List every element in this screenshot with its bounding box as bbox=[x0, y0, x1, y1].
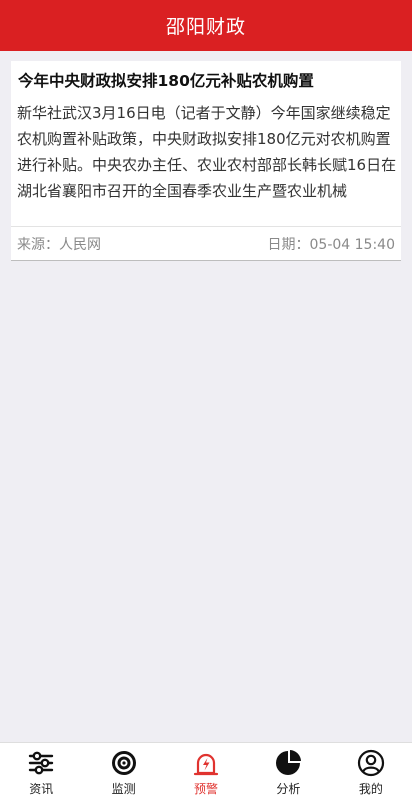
tab-analysis[interactable]: 分析 bbox=[247, 743, 329, 800]
tab-profile[interactable]: 我的 bbox=[330, 743, 412, 800]
sliders-icon bbox=[29, 751, 54, 775]
news-title: 今年中央财政拟安排180亿元补贴农机购置 bbox=[18, 72, 314, 90]
pie-chart-icon bbox=[276, 750, 302, 775]
user-icon bbox=[357, 749, 384, 777]
news-summary: 新华社武汉3月16日电（记者于文静）今年国家继续稳定农机购置补贴政策，中央财政拟… bbox=[17, 104, 397, 200]
news-card[interactable]: 今年中央财政拟安排180亿元补贴农机购置 新华社武汉3月16日电（记者于文静）今… bbox=[11, 61, 401, 261]
page-title: 邵阳财政 bbox=[165, 16, 246, 38]
tab-news[interactable]: 资讯 bbox=[0, 743, 82, 800]
tab-monitor-label: 监测 bbox=[111, 782, 136, 796]
tab-profile-label: 我的 bbox=[358, 782, 383, 796]
alert-lightning-icon bbox=[193, 753, 219, 776]
top-header: 邵阳财政 bbox=[0, 0, 412, 51]
target-icon bbox=[111, 751, 136, 775]
news-date: 日期：05-04 15:40 bbox=[267, 237, 395, 253]
tab-warning-label: 预警 bbox=[194, 782, 219, 796]
app-screen: 邵阳财政 今年中央财政拟安排180亿元补贴农机购置 新华社武汉3月16日电（记者… bbox=[0, 0, 412, 800]
tab-analysis-label: 分析 bbox=[276, 782, 301, 796]
news-source: 来源：人民网 bbox=[17, 237, 101, 253]
tab-monitor[interactable]: 监测 bbox=[82, 743, 164, 800]
card-divider bbox=[11, 226, 401, 227]
tab-warning[interactable]: 预警 bbox=[165, 743, 247, 800]
news-meta: 来源：人民网 日期：05-04 15:40 bbox=[17, 233, 395, 255]
tab-news-label: 资讯 bbox=[29, 782, 54, 796]
bottom-tab-bar: 资讯 监测 预警 分析 我的 bbox=[0, 742, 412, 800]
